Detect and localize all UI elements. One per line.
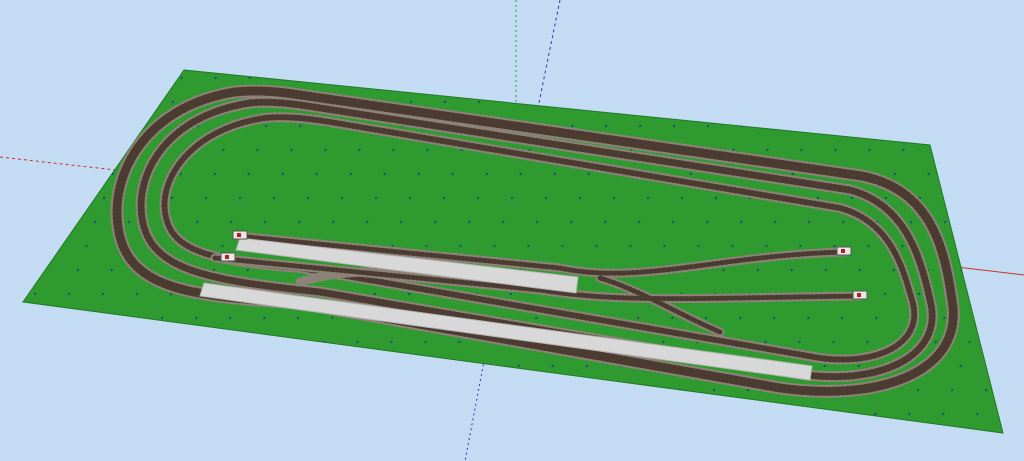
buffer-stop-2[interactable] [220,252,236,262]
buffer-stop-4[interactable] [852,290,868,300]
buffer-stop-3[interactable] [836,246,852,256]
layout-scene[interactable] [0,0,1024,461]
3d-viewport[interactable] [0,0,1024,461]
buffer-stop-1[interactable] [232,230,248,240]
